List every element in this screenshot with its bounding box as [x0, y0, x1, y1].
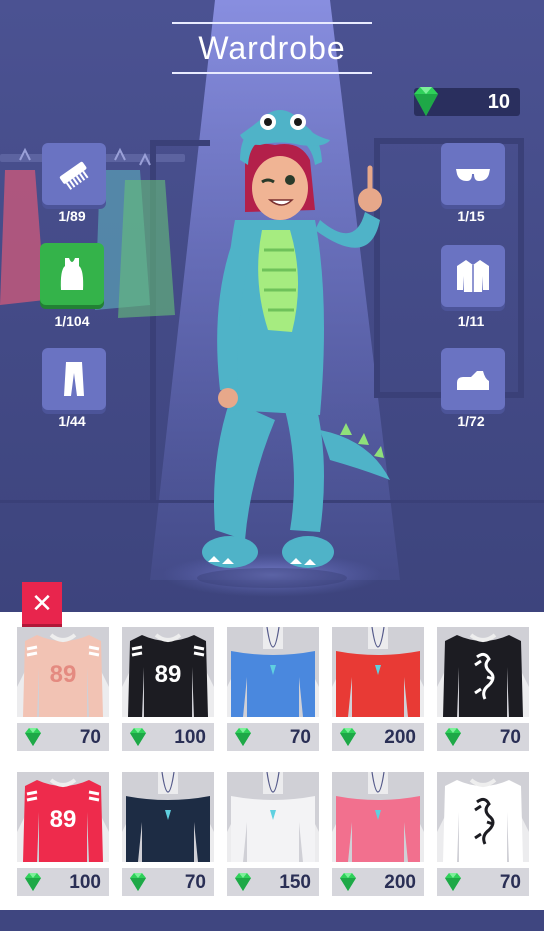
shop-item-peach-jersey-89[interactable]: 89 70	[17, 627, 109, 755]
pants-icon	[64, 362, 84, 396]
shop-item-pink-offshoulder-pendant[interactable]: 200	[332, 772, 424, 900]
gem-count: 10	[487, 91, 510, 113]
panel-bottom-bar	[0, 910, 544, 931]
shop-item-black-dragon-tee[interactable]: 70	[437, 627, 529, 755]
item-print-text: 89	[154, 661, 182, 688]
buy-price-button[interactable]: 100	[17, 868, 109, 896]
item-thumbnail	[332, 627, 424, 717]
category-glasses-count: 1/15	[457, 208, 485, 224]
item-price: 70	[499, 727, 521, 748]
sunglasses-icon	[456, 169, 490, 181]
category-tops-button[interactable]	[40, 243, 104, 305]
gem-icon	[25, 728, 41, 746]
buy-price-button[interactable]: 70	[437, 868, 529, 896]
gem-icon	[235, 728, 251, 746]
title-divider-top	[172, 22, 372, 24]
gem-icon	[130, 728, 146, 746]
item-price: 70	[499, 872, 521, 893]
shop-item-blue-offshoulder-pendant[interactable]: 70	[227, 627, 319, 755]
gem-icon	[445, 728, 461, 746]
item-print-text: 89	[49, 661, 77, 688]
item-print-text: 89	[49, 806, 77, 833]
category-tops-count: 1/104	[54, 313, 90, 329]
item-price: 100	[174, 727, 206, 748]
item-thumbnail: 89	[17, 772, 109, 862]
gem-icon	[414, 87, 438, 116]
shirt-image	[437, 627, 529, 717]
gem-icon	[340, 728, 356, 746]
shop-item-navy-offshoulder-pendant[interactable]: 70	[122, 772, 214, 900]
category-hair-button[interactable]	[42, 143, 106, 205]
item-thumbnail	[227, 627, 319, 717]
item-thumbnail	[227, 772, 319, 862]
item-thumbnail	[437, 772, 529, 862]
item-price: 200	[384, 872, 416, 893]
buy-price-button[interactable]: 70	[437, 723, 529, 751]
shop-item-white-dragon-tee[interactable]: 70	[437, 772, 529, 900]
item-thumbnail	[122, 772, 214, 862]
title-divider-bottom	[172, 72, 372, 74]
shirt-image	[122, 772, 214, 862]
shop-item-red-offshoulder-pendant[interactable]: 200	[332, 627, 424, 755]
page-title: Wardrobe	[198, 30, 346, 66]
item-thumbnail: 89	[122, 627, 214, 717]
shirt-image	[437, 772, 529, 862]
shop-item-white-offshoulder-pendant[interactable]: 150	[227, 772, 319, 900]
buy-price-button[interactable]: 100	[122, 723, 214, 751]
sneaker-icon	[457, 371, 489, 390]
item-thumbnail	[332, 772, 424, 862]
category-hair-count: 1/89	[58, 208, 86, 224]
item-price: 150	[279, 872, 311, 893]
category-shoes-count: 1/72	[457, 413, 485, 429]
item-price: 70	[79, 727, 101, 748]
shirt-image	[332, 772, 424, 862]
shirt-image	[332, 627, 424, 717]
item-price: 200	[384, 727, 416, 748]
shop-item-black-jersey-89[interactable]: 89 100	[122, 627, 214, 755]
item-price: 100	[69, 872, 101, 893]
title-banner: Wardrobe	[172, 22, 372, 74]
category-pants-count: 1/44	[58, 413, 86, 429]
jacket-icon	[457, 260, 489, 292]
gem-icon	[445, 873, 461, 891]
buy-price-button[interactable]: 70	[227, 723, 319, 751]
item-price: 70	[184, 872, 206, 893]
buy-price-button[interactable]: 150	[227, 868, 319, 896]
item-price: 70	[289, 727, 311, 748]
shop-item-red-jersey-89[interactable]: 89 100	[17, 772, 109, 900]
buy-price-button[interactable]: 200	[332, 868, 424, 896]
buy-price-button[interactable]: 200	[332, 723, 424, 751]
gem-icon	[25, 873, 41, 891]
category-jackets-button[interactable]	[441, 245, 505, 307]
buy-price-button[interactable]: 70	[17, 723, 109, 751]
gem-balance: 10	[414, 87, 520, 116]
shirt-image	[227, 772, 319, 862]
buy-price-button[interactable]: 70	[122, 868, 214, 896]
item-thumbnail: 89	[17, 627, 109, 717]
category-glasses-button[interactable]	[441, 143, 505, 205]
gem-icon	[130, 873, 146, 891]
gem-icon	[340, 873, 356, 891]
item-thumbnail	[437, 627, 529, 717]
close-button[interactable]: ✕	[22, 582, 62, 624]
tank-top-icon	[60, 258, 84, 290]
category-jackets-count: 1/11	[457, 313, 485, 329]
gem-icon	[235, 873, 251, 891]
category-shoes-button[interactable]	[441, 348, 505, 410]
comb-icon	[59, 161, 89, 190]
shirt-image	[227, 627, 319, 717]
character-dino-onesie	[202, 110, 390, 568]
category-pants-button[interactable]	[42, 348, 106, 410]
